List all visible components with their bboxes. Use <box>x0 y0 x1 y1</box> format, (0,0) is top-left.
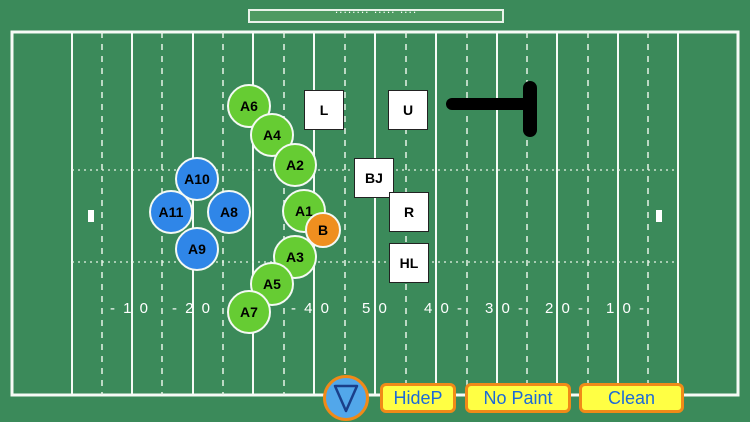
yard-number: - 2 0 <box>172 300 213 317</box>
score-text: ........ ..... .... <box>334 2 418 16</box>
yard-number: - 4 0 <box>291 300 332 317</box>
player-a11[interactable]: A11 <box>149 190 193 234</box>
yard-number: - 1 0 <box>110 300 151 317</box>
yard-number: 3 0 - <box>485 300 526 317</box>
yard-number: 5 0 <box>362 300 389 317</box>
player-a2[interactable]: A2 <box>273 143 317 187</box>
triangle-down-icon <box>333 384 359 413</box>
official-r[interactable]: R <box>389 192 429 232</box>
no-paint-button[interactable]: No Paint <box>465 383 571 413</box>
yard-number: 2 0 - <box>545 300 586 317</box>
official-u[interactable]: U <box>388 90 428 130</box>
official-l[interactable]: L <box>304 90 344 130</box>
hidep-button[interactable]: HideP <box>380 383 456 413</box>
score-bar: ........ ..... .... <box>248 2 504 23</box>
player-a8[interactable]: A8 <box>207 190 251 234</box>
official-hl[interactable]: HL <box>389 243 429 283</box>
official-bj[interactable]: BJ <box>354 158 394 198</box>
player-a7[interactable]: A7 <box>227 290 271 334</box>
player-a9[interactable]: A9 <box>175 227 219 271</box>
ball-b[interactable]: B <box>305 212 341 248</box>
right-goal-marker <box>656 210 662 222</box>
yard-number: 4 0 - <box>424 300 465 317</box>
clean-button[interactable]: Clean <box>579 383 684 413</box>
football-field <box>0 0 750 422</box>
menu-button[interactable] <box>323 375 369 421</box>
left-goal-marker <box>88 210 94 222</box>
yard-number: 1 0 - <box>606 300 647 317</box>
